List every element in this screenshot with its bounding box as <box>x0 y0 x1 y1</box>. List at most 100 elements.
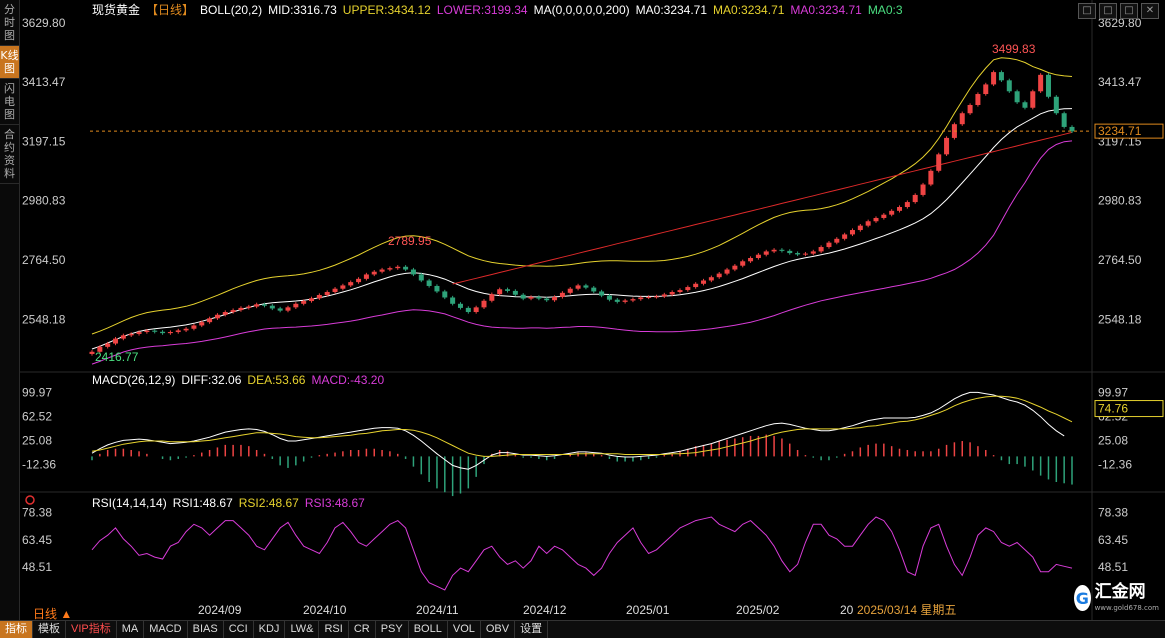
candle-body <box>528 296 534 299</box>
boll-lower-value: LOWER:3199.34 <box>437 3 528 17</box>
price-tick-label: 2764.50 <box>1098 253 1142 267</box>
candle-body <box>716 273 722 278</box>
boll-mid-value: MID:3316.73 <box>268 3 337 17</box>
price-tick-label-left: 2764.50 <box>22 253 66 267</box>
maximize-button[interactable]: □ <box>1120 3 1138 19</box>
rsi-tick-label: 63.45 <box>1098 533 1128 547</box>
series-line-boll-mid <box>91 108 1073 350</box>
last-price-label: 3234.71 <box>1098 124 1142 138</box>
candle-body <box>199 322 205 326</box>
toolbar-rsi[interactable]: RSI <box>319 621 349 638</box>
toolbar-macd[interactable]: MACD <box>144 621 188 638</box>
toolbar-kdj[interactable]: KDJ <box>254 621 286 638</box>
tab-contract-info[interactable]: 合约资料 <box>0 125 19 184</box>
candle-body <box>857 225 863 231</box>
logo-name: 汇金网 <box>1094 581 1146 602</box>
tab-kline[interactable]: K线图 <box>0 46 19 79</box>
toolbar-lw[interactable]: LW& <box>285 621 320 638</box>
candle-body <box>489 294 495 301</box>
price-tick-label: 2548.18 <box>1098 312 1142 326</box>
rsi-settings-icon <box>25 495 35 505</box>
candle-body <box>301 301 307 304</box>
candle-body <box>144 330 150 333</box>
macd-tick-label-left: 99.97 <box>22 385 52 399</box>
candle-body <box>779 249 785 251</box>
tab-timeshare[interactable]: 分时图 <box>0 0 19 46</box>
candle-body <box>238 307 244 311</box>
candle-body <box>552 296 558 301</box>
candle-body <box>583 285 589 288</box>
toolbar-ma[interactable]: MA <box>117 621 145 638</box>
candle-body <box>340 285 346 289</box>
candle-body <box>160 331 166 334</box>
series-line-boll-upper <box>91 57 1073 335</box>
candle-body <box>653 296 659 298</box>
brand-logo: G 汇金网 www.gold678.com <box>1074 582 1159 614</box>
candle-body <box>693 283 699 288</box>
price-tick-label-left: 3413.47 <box>22 75 66 89</box>
price-tick-label-left: 2548.18 <box>22 312 66 326</box>
x-tick-label: 2025/02 <box>736 603 780 617</box>
boll-upper-value: UPPER:3434.12 <box>343 3 431 17</box>
candle-body <box>371 271 377 275</box>
candle-body <box>183 328 189 331</box>
period-tag: 【日线】 <box>146 3 194 17</box>
candle-body <box>324 292 330 296</box>
candle-body <box>293 303 299 308</box>
indicator-toolbar: 指标 模板 VIP指标 MA MACD BIAS CCI KDJ LW& RSI… <box>0 620 1165 638</box>
candle-body <box>285 307 291 311</box>
candle-body <box>309 298 315 302</box>
candle-body <box>904 202 910 207</box>
toolbar-bias[interactable]: BIAS <box>188 621 224 638</box>
macd-tick-label-left: 25.08 <box>22 433 52 447</box>
candle-body <box>661 294 667 297</box>
ma0-value: MA0:3234.71 <box>713 3 785 17</box>
candle-body <box>426 280 432 286</box>
candle-body <box>136 332 142 334</box>
candle-body <box>363 274 369 279</box>
toolbar-obv[interactable]: OBV <box>481 621 516 638</box>
toolbar-template[interactable]: 模板 <box>33 621 66 638</box>
toolbar-boll[interactable]: BOLL <box>409 621 448 638</box>
candle-body <box>512 290 518 295</box>
toolbar-psy[interactable]: PSY <box>376 621 409 638</box>
candle-body <box>497 289 503 295</box>
chart-area[interactable]: 3629.803629.803413.473413.473197.153197.… <box>20 0 1165 620</box>
candle-body <box>167 332 173 334</box>
candle-body <box>826 242 832 248</box>
candle-body <box>222 312 228 315</box>
candle-body <box>544 298 550 301</box>
toolbar-vol[interactable]: VOL <box>448 621 481 638</box>
toolbar-cr[interactable]: CR <box>349 621 376 638</box>
period-text: 日线 <box>33 607 58 621</box>
symbol-name: 现货黄金 <box>92 2 140 17</box>
candle-body <box>708 277 714 281</box>
price-tick-label-left: 3197.15 <box>22 134 66 148</box>
candle-body <box>410 269 416 275</box>
macd-tick-label: -12.36 <box>1098 457 1132 471</box>
toolbar-cci[interactable]: CCI <box>224 621 254 638</box>
candle-body <box>1022 102 1028 108</box>
toolbar-indicators[interactable]: 指标 <box>0 621 33 638</box>
candle-body <box>261 304 267 306</box>
close-button[interactable]: ✕ <box>1141 3 1159 19</box>
candle-body <box>269 305 275 309</box>
candle-body <box>395 266 401 269</box>
candle-body <box>873 217 879 222</box>
restore-button[interactable]: □ <box>1099 3 1117 19</box>
low-annotation: 2416.77 <box>95 350 139 364</box>
candle-body <box>998 72 1004 81</box>
candle-body <box>403 266 409 270</box>
rsi-tick-label-left: 78.38 <box>22 506 52 520</box>
logo-icon: G <box>1074 585 1091 611</box>
series-line-ma0 <box>452 131 1073 285</box>
toolbar-vip[interactable]: VIP指标 <box>66 621 117 638</box>
candle-body <box>214 314 220 319</box>
candle-body <box>128 333 134 336</box>
toolbar-settings[interactable]: 设置 <box>515 621 549 638</box>
tab-flash-chart[interactable]: 闪电图 <box>0 79 19 125</box>
candle-body <box>912 194 918 203</box>
rsi2-label: RSI2:48.67 <box>239 496 299 510</box>
candle-body <box>473 307 479 313</box>
layout-button[interactable]: □ <box>1078 3 1096 19</box>
